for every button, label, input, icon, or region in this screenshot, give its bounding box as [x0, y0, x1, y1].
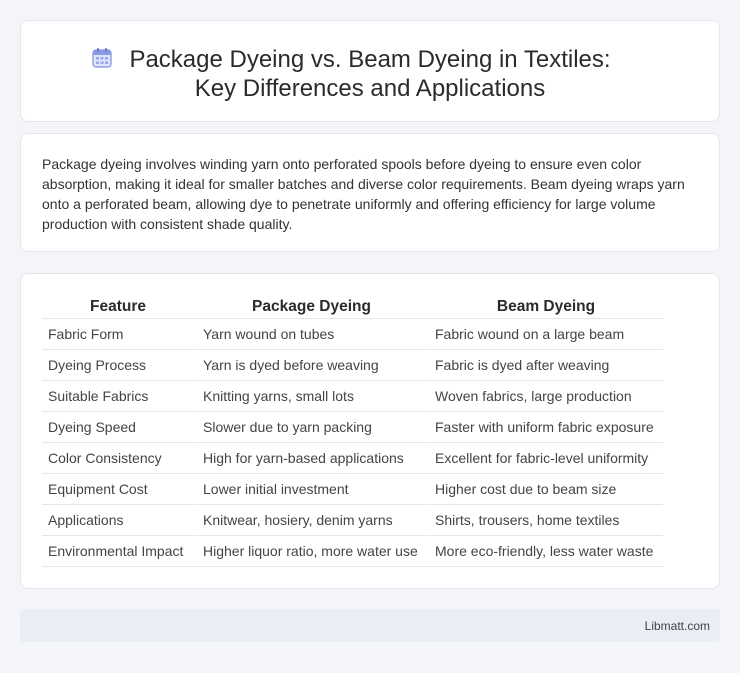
table-cell-feature: Suitable Fabrics — [42, 381, 194, 412]
table-cell-package: Lower initial investment — [194, 474, 426, 505]
table-cell-package: Knitting yarns, small lots — [194, 381, 426, 412]
table-row: Applications Knitwear, hosiery, denim ya… — [42, 505, 663, 536]
table-cell-beam: Faster with uniform fabric exposure — [426, 412, 663, 443]
table-row: Equipment Cost Lower initial investment … — [42, 474, 663, 505]
table-cell-feature: Environmental Impact — [42, 536, 194, 567]
table-row: Fabric Form Yarn wound on tubes Fabric w… — [42, 319, 663, 350]
footer-bar: Libmatt.com — [20, 609, 720, 642]
table-cell-package: Higher liquor ratio, more water use — [194, 536, 426, 567]
intro-paragraph: Package dyeing involves winding yarn ont… — [42, 156, 685, 232]
column-header-package-dyeing: Package Dyeing — [194, 295, 426, 319]
table-cell-beam: Woven fabrics, large production — [426, 381, 663, 412]
table-cell-beam: More eco-friendly, less water waste — [426, 536, 663, 567]
table-cell-package: Yarn is dyed before weaving — [194, 350, 426, 381]
title-card: Package Dyeing vs. Beam Dyeing in Textil… — [20, 20, 720, 122]
table-cell-feature: Applications — [42, 505, 194, 536]
table-row: Dyeing Process Yarn is dyed before weavi… — [42, 350, 663, 381]
page-title: Package Dyeing vs. Beam Dyeing in Textil… — [129, 46, 611, 102]
table-cell-package: Yarn wound on tubes — [194, 319, 426, 350]
table-cell-beam: Higher cost due to beam size — [426, 474, 663, 505]
comparison-card: Feature Package Dyeing Beam Dyeing Fabri… — [20, 273, 720, 589]
table-cell-feature: Dyeing Speed — [42, 412, 194, 443]
table-cell-package: Slower due to yarn packing — [194, 412, 426, 443]
table-row: Environmental Impact Higher liquor ratio… — [42, 536, 663, 567]
table-cell-feature: Fabric Form — [42, 319, 194, 350]
table-cell-beam: Fabric wound on a large beam — [426, 319, 663, 350]
table-cell-feature: Dyeing Process — [42, 350, 194, 381]
table-cell-feature: Equipment Cost — [42, 474, 194, 505]
table-cell-beam: Fabric is dyed after weaving — [426, 350, 663, 381]
table-row: Suitable Fabrics Knitting yarns, small l… — [42, 381, 663, 412]
comparison-table: Feature Package Dyeing Beam Dyeing Fabri… — [42, 295, 663, 567]
table-cell-beam: Excellent for fabric-level uniformity — [426, 443, 663, 474]
table-cell-package: High for yarn-based applications — [194, 443, 426, 474]
table-cell-feature: Color Consistency — [42, 443, 194, 474]
table-cell-package: Knitwear, hosiery, denim yarns — [194, 505, 426, 536]
column-header-beam-dyeing: Beam Dyeing — [426, 295, 663, 319]
intro-card: Package dyeing involves winding yarn ont… — [20, 133, 720, 252]
table-header-row: Feature Package Dyeing Beam Dyeing — [42, 295, 663, 319]
table-cell-beam: Shirts, trousers, home textiles — [426, 505, 663, 536]
table-row: Dyeing Speed Slower due to yarn packing … — [42, 412, 663, 443]
footer-brand-link[interactable]: Libmatt.com — [645, 619, 710, 633]
column-header-feature: Feature — [42, 295, 194, 319]
table-row: Color Consistency High for yarn-based ap… — [42, 443, 663, 474]
